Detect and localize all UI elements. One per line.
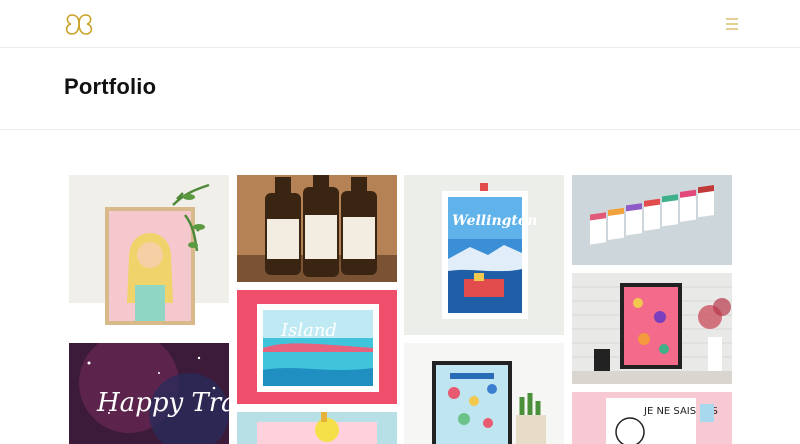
wellington-text: Wellington [452, 213, 537, 229]
portfolio-item-framed-pink[interactable] [572, 273, 732, 384]
site-header [0, 0, 800, 48]
page-title: Portfolio [64, 74, 157, 99]
portfolio-item-island-stamp[interactable]: Island [237, 290, 397, 404]
portfolio-item-portrait[interactable] [69, 175, 229, 335]
portfolio-item-yellow-pink[interactable] [237, 412, 397, 444]
portfolio-item-wellington[interactable]: Wellington [404, 175, 564, 335]
hamburger-menu-icon[interactable] [722, 16, 740, 32]
portfolio-item-beer-bottles[interactable] [237, 175, 397, 282]
portfolio-item-greeting-cards[interactable] [572, 175, 732, 265]
portfolio-item-happy-travels[interactable]: Happy Travels [69, 343, 229, 444]
happy-travels-text: Happy Travels [96, 388, 229, 418]
portfolio-item-framed-blue[interactable] [404, 343, 564, 444]
island-text: Island [280, 320, 337, 341]
portfolio-item-je-ne-sais-pas[interactable]: JE NE SAIS PAS [572, 392, 732, 444]
logo-icon[interactable] [64, 12, 94, 36]
